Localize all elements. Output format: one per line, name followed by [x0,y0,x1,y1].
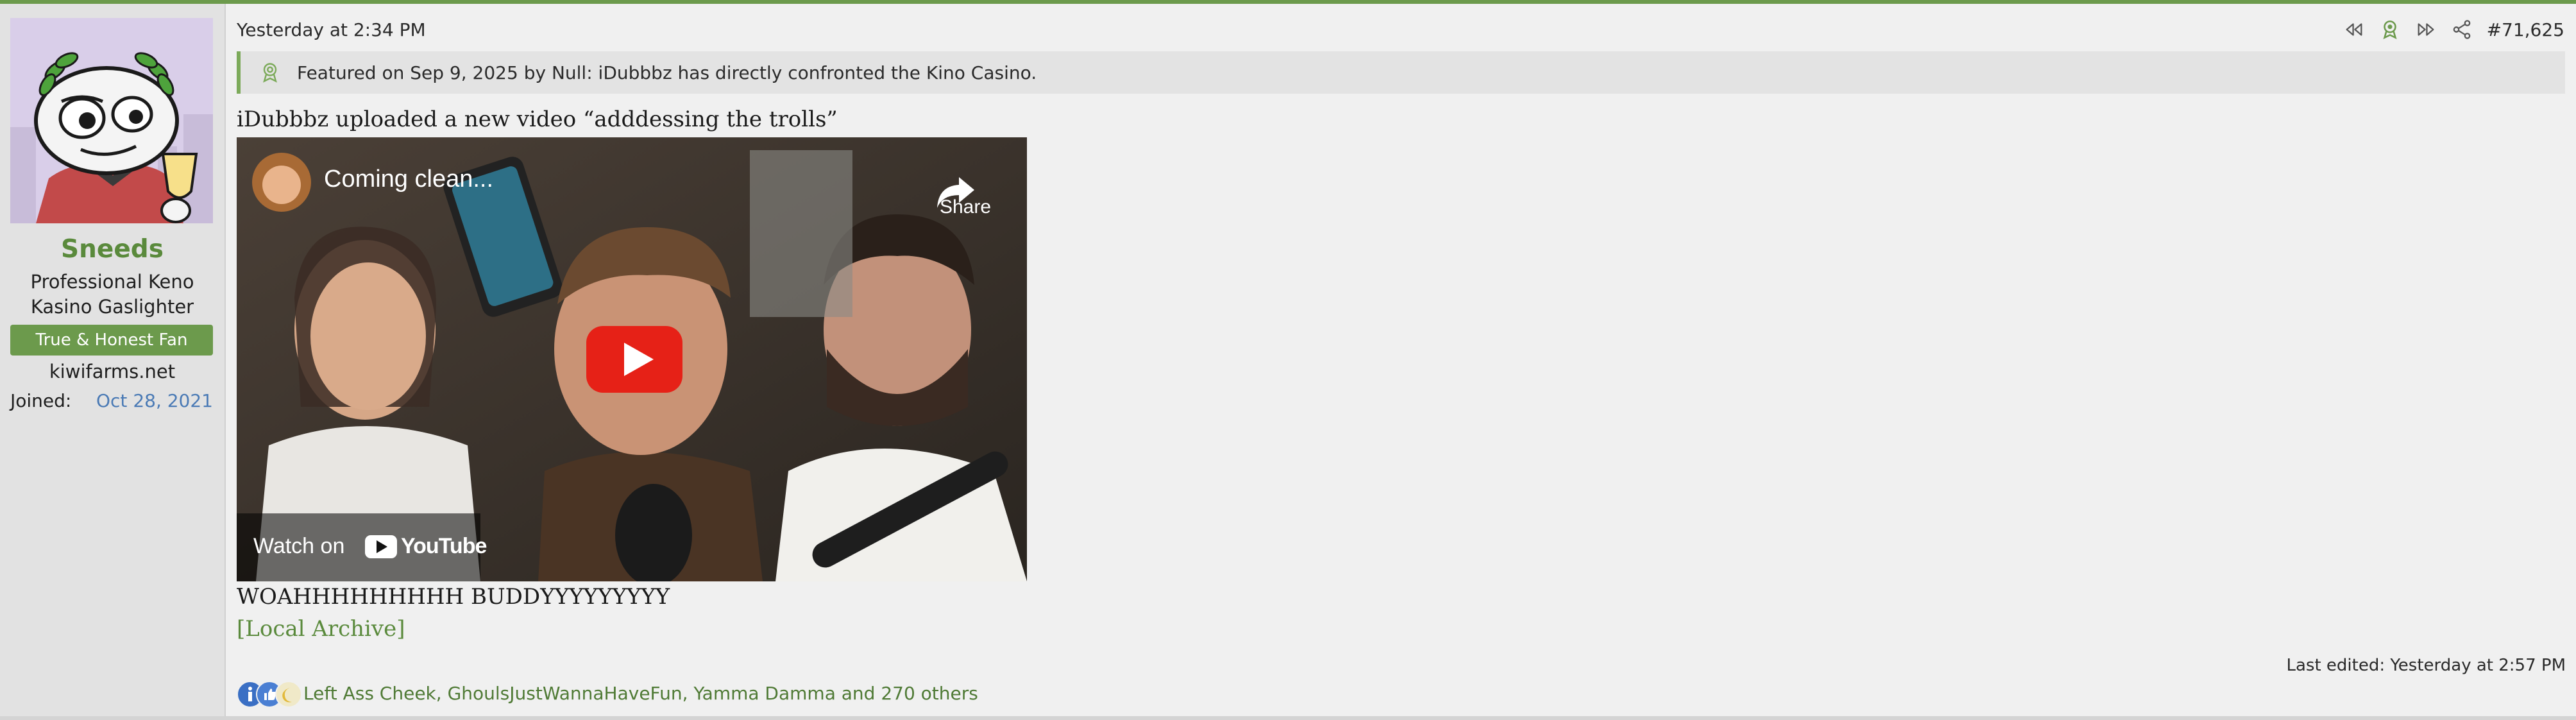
user-title-line-2: Kasino Gaslighter [30,296,194,318]
award-icon [263,63,277,83]
user-title-line-1: Professional Keno [30,271,194,293]
fast-forward-icon[interactable] [2415,19,2437,40]
video-share-label[interactable]: Share [929,196,1001,218]
post-date[interactable]: Yesterday at 2:34 PM [237,19,426,40]
featured-icon[interactable] [2379,19,2401,40]
youtube-embed[interactable]: Coming clean... Share Watch on YouTube [237,137,1027,581]
youtube-logo-text[interactable]: YouTube [401,534,487,559]
local-archive-link[interactable]: [Local Archive] [237,616,405,642]
top-accent-line [0,0,2576,4]
avatar-image [10,18,213,223]
username[interactable]: Sneeds [0,235,225,264]
rewind-icon[interactable] [2343,19,2365,40]
joined-label: Joined: [10,390,72,411]
last-edited[interactable]: Last edited: Yesterday at 2:57 PM [2287,656,2566,675]
video-thumbnail [237,137,1027,581]
video-title[interactable]: Coming clean... [324,166,493,193]
post-number[interactable]: #71,625 [2487,19,2564,40]
post-divider [0,716,2576,720]
watch-on-label[interactable]: Watch on [253,534,344,559]
reactions-list[interactable]: Left Ass Cheek, GhoulsJustWannaHaveFun, … [303,683,978,704]
joined-date: Oct 28, 2021 [96,390,213,411]
post-text-line-1: iDubbbz uploaded a new video “adddessing… [237,107,838,132]
user-info-panel: Sneeds Professional Keno Kasino Gaslight… [0,4,226,716]
avatar[interactable] [10,18,213,223]
user-banner: True & Honest Fan [10,325,213,356]
reactions-bar: Left Ass Cheek, GhoulsJustWannaHaveFun, … [237,680,978,708]
featured-text: Featured on Sep 9, 2025 by Null: iDubbbz… [297,62,1037,83]
moon-icon [275,681,302,708]
post-actions: #71,625 [2343,15,2564,44]
reaction-icons[interactable] [237,680,302,708]
user-title: Professional Keno Kasino Gaslighter [0,270,225,320]
featured-notice: Featured on Sep 9, 2025 by Null: iDubbbz… [237,51,2565,94]
post-text-line-2: WOAHHHHHHHHH BUDDYYYYYYYYY [237,584,670,610]
user-site: kiwifarms.net [49,361,176,382]
share-icon[interactable] [2451,19,2473,40]
